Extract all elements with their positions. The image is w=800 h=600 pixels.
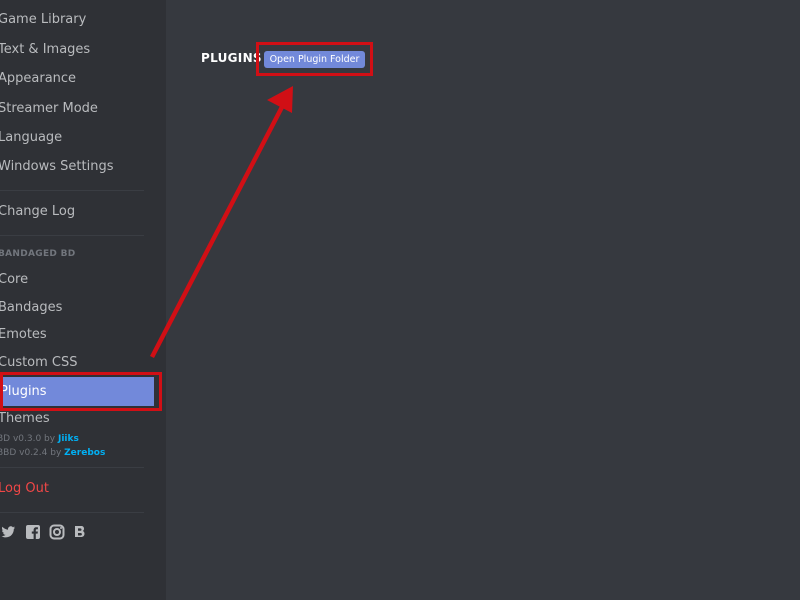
sidebar-item-themes[interactable]: Themes bbox=[0, 407, 50, 431]
bd-version: BD v0.3.0 by bbox=[0, 434, 56, 444]
log-out-button[interactable]: Log Out bbox=[0, 477, 49, 501]
sidebar-divider bbox=[0, 235, 144, 236]
bandaged-bd-icon[interactable] bbox=[72, 524, 88, 540]
open-plugin-folder-button[interactable]: Open Plugin Folder bbox=[264, 51, 365, 68]
bbd-credit: BBD v0.2.4 by Zerebos bbox=[0, 447, 105, 459]
settings-sidebar: Game Library Text & Images Appearance St… bbox=[0, 0, 166, 600]
sidebar-item-language[interactable]: Language bbox=[0, 126, 62, 150]
sidebar-item-game-library[interactable]: Game Library bbox=[0, 8, 86, 32]
bd-credit: BD v0.3.0 by Jiiks bbox=[0, 433, 79, 445]
instagram-icon[interactable] bbox=[49, 524, 65, 540]
author-link-zerebos[interactable]: Zerebos bbox=[64, 448, 105, 458]
facebook-icon[interactable] bbox=[25, 524, 41, 540]
sidebar-divider bbox=[0, 190, 144, 191]
sidebar-item-change-log[interactable]: Change Log bbox=[0, 200, 75, 224]
bbd-version: BBD v0.2.4 by bbox=[0, 448, 62, 458]
sidebar-item-streamer-mode[interactable]: Streamer Mode bbox=[0, 97, 98, 121]
twitter-icon[interactable] bbox=[0, 524, 16, 540]
sidebar-item-text-images[interactable]: Text & Images bbox=[0, 38, 90, 62]
sidebar-item-custom-css[interactable]: Custom CSS bbox=[0, 351, 78, 375]
sidebar-item-bandages[interactable]: Bandages bbox=[0, 296, 62, 320]
sidebar-divider bbox=[0, 512, 144, 513]
author-link-jiiks[interactable]: Jiiks bbox=[58, 434, 79, 444]
sidebar-item-plugins[interactable]: Plugins bbox=[0, 377, 154, 406]
sidebar-item-emotes[interactable]: Emotes bbox=[0, 323, 47, 347]
sidebar-item-appearance[interactable]: Appearance bbox=[0, 67, 76, 91]
sidebar-item-windows-settings[interactable]: Windows Settings bbox=[0, 155, 113, 179]
sidebar-divider bbox=[0, 467, 144, 468]
section-header-bandaged-bd: BANDAGED BD bbox=[0, 249, 76, 259]
page-title: PLUGINS bbox=[201, 51, 262, 65]
sidebar-item-core[interactable]: Core bbox=[0, 268, 28, 292]
